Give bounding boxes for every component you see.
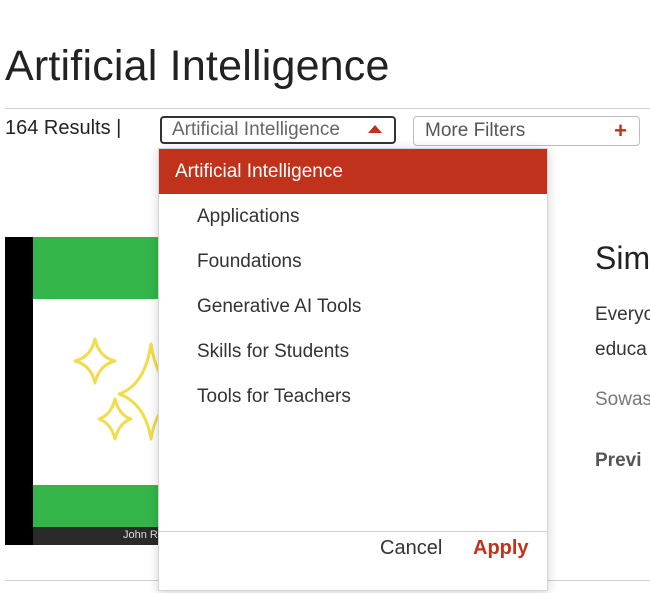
plus-icon: + — [614, 118, 627, 143]
more-filters-label: More Filters — [425, 120, 526, 141]
preview-link[interactable]: Previ — [595, 450, 641, 472]
more-filters-button[interactable]: More Filters + — [413, 116, 640, 146]
result-description-line-1: Everyo — [595, 304, 650, 325]
page-title: Artificial Intelligence — [5, 42, 390, 90]
result-title[interactable]: Sim — [595, 240, 650, 277]
dropdown-footer: Cancel Apply — [159, 531, 547, 591]
dropdown-option-selected[interactable]: Artificial Intelligence — [159, 149, 547, 194]
dropdown-option-applications[interactable]: Applications — [159, 194, 547, 239]
divider-top — [5, 108, 650, 109]
topic-filter-value: Artificial Intelligence — [172, 119, 340, 140]
thumbnail-caption: John R — [33, 527, 165, 545]
result-description-line-2: educa — [595, 339, 647, 360]
dropdown-option-generative-ai-tools[interactable]: Generative AI Tools — [159, 284, 547, 329]
caret-up-icon — [368, 125, 382, 133]
result-thumbnail[interactable]: John R — [5, 237, 165, 545]
page: Artificial Intelligence 164 Results | Ar… — [0, 0, 650, 593]
apply-button[interactable]: Apply — [473, 537, 529, 560]
result-author: Sowas — [595, 389, 650, 410]
cancel-button[interactable]: Cancel — [380, 537, 442, 560]
results-count: 164 Results | — [5, 117, 122, 139]
dropdown-option-skills-for-students[interactable]: Skills for Students — [159, 329, 547, 374]
topic-filter-select[interactable]: Artificial Intelligence — [160, 116, 396, 144]
sparkles-icon — [73, 337, 165, 441]
topic-dropdown-menu: Artificial Intelligence Applications Fou… — [158, 148, 548, 591]
dropdown-option-foundations[interactable]: Foundations — [159, 239, 547, 284]
dropdown-option-tools-for-teachers[interactable]: Tools for Teachers — [159, 374, 547, 419]
